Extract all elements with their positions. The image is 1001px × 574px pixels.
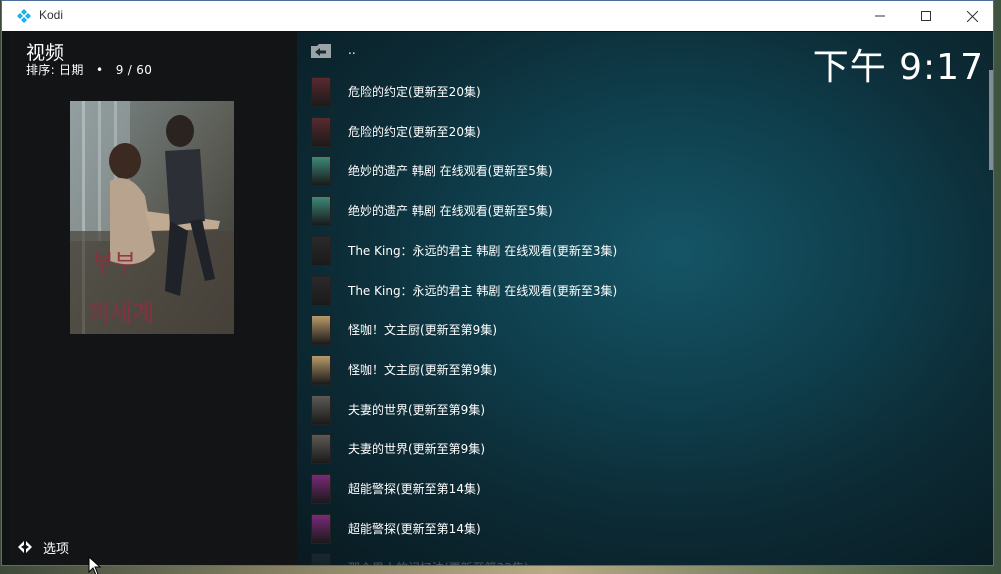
- thumbnail-image: [311, 513, 331, 544]
- thumbnail-image: [311, 434, 331, 465]
- list-item[interactable]: 超能警探(更新至第14集): [297, 509, 897, 549]
- thumbnail-image: [311, 196, 331, 227]
- maximize-icon: [921, 11, 931, 21]
- list-item[interactable]: 绝妙的遗产 韩剧 在线观看(更新至5集): [297, 191, 897, 231]
- list-item-label: 超能警探(更新至第14集): [348, 482, 481, 496]
- list-item[interactable]: 危险的约定(更新至20集): [297, 72, 897, 112]
- minimize-button[interactable]: [857, 1, 903, 31]
- thumbnail-image: [311, 553, 331, 565]
- list-item[interactable]: 夫妻的世界(更新至第9集): [297, 429, 897, 469]
- list-item-label: 夫妻的世界(更新至第9集): [348, 402, 485, 417]
- list-item[interactable]: The King：永远的君主 韩剧 在线观看(更新至3集): [297, 271, 897, 311]
- list-item-label: 超能警探(更新至第14集): [348, 521, 481, 536]
- svg-text:부부: 부부: [92, 249, 136, 277]
- list-item-label: The King：永远的君主 韩剧 在线观看(更新至3集): [348, 283, 618, 298]
- thumbnail-image: [311, 235, 331, 266]
- parent-folder-label: ..: [348, 43, 356, 57]
- kodi-content: 视频 排序: 日期 • 9 / 60 부부 의세계 选项 .. 危险的约定(更新…: [9, 32, 993, 565]
- list-item[interactable]: 夫妻的世界(更新至第9集): [297, 390, 897, 430]
- sort-label: 排序: 日期: [26, 63, 84, 77]
- thumbnail-image: [311, 275, 331, 306]
- scrollbar[interactable]: [989, 70, 993, 170]
- thumbnail-image: [311, 315, 331, 346]
- list-item-label: 那个男人的记忆法(更新至第32集): [348, 559, 529, 565]
- clock: 下午 9:17: [812, 47, 984, 88]
- close-button[interactable]: [949, 1, 993, 31]
- list-item[interactable]: The King：永远的君主 韩剧 在线观看(更新至3集): [297, 231, 897, 271]
- svg-text:의세계: 의세계: [88, 299, 154, 327]
- file-list-panel: .. 危险的约定(更新至20集) 危险的约定(更新至20集) 绝妙的遗产 韩剧 在线…: [297, 32, 993, 565]
- kodi-logo-icon: [17, 9, 31, 23]
- title-bar[interactable]: Kodi: [2, 1, 993, 31]
- kodi-window: Kodi 视频 排序: 日期 • 9 / 60 부부 의세계 选项 .. 危险的…: [1, 0, 994, 566]
- list-item[interactable]: 怪咖！文主厨(更新至第9集): [297, 350, 897, 390]
- close-icon: [966, 10, 978, 22]
- parent-folder-item[interactable]: ..: [297, 32, 897, 72]
- list-item[interactable]: 那个男人的记忆法(更新至第32集): [297, 548, 897, 565]
- maximize-button[interactable]: [903, 1, 949, 31]
- thumbnail-image: [311, 394, 331, 425]
- list-item-label: 怪咖！文主厨(更新至第9集): [348, 362, 497, 377]
- list-item-label: 怪咖！文主厨(更新至第9集): [348, 323, 497, 338]
- list-item-label: 绝妙的遗产 韩剧 在线观看(更新至5集): [348, 204, 553, 219]
- thumbnail-image: [311, 474, 331, 504]
- item-position: 9 / 60: [115, 63, 153, 77]
- info-sidebar: 视频 排序: 日期 • 9 / 60 부부 의세계 选项: [9, 32, 297, 565]
- thumbnail-image: [311, 354, 331, 385]
- minimize-icon: [875, 15, 885, 17]
- options-button[interactable]: 选项: [17, 537, 69, 557]
- options-arrows-icon: [18, 541, 32, 553]
- list-item-label: 绝妙的遗产 韩剧 在线观看(更新至5集): [348, 164, 553, 179]
- sort-info: 排序: 日期 • 9 / 60: [26, 61, 152, 78]
- list-item-label: 危险的约定(更新至20集): [348, 85, 481, 99]
- thumbnail-image: [311, 77, 331, 107]
- list-item[interactable]: 超能警探(更新至第14集): [297, 469, 897, 509]
- separator-bullet: •: [96, 63, 104, 77]
- parent-folder-icon: [311, 44, 331, 58]
- mouse-cursor-icon: [88, 556, 102, 574]
- thumbnail-image: [311, 156, 331, 187]
- list-item[interactable]: 绝妙的遗产 韩剧 在线观看(更新至5集): [297, 151, 897, 191]
- list-item[interactable]: 怪咖！文主厨(更新至第9集): [297, 310, 897, 350]
- list-item-label: 危险的约定(更新至20集): [348, 124, 481, 139]
- options-label: 选项: [43, 541, 70, 557]
- list-item-label: The King：永远的君主 韩剧 在线观看(更新至3集): [348, 243, 618, 258]
- list-item[interactable]: 危险的约定(更新至20集): [297, 112, 897, 152]
- list-item-label: 夫妻的世界(更新至第9集): [348, 442, 485, 457]
- thumbnail-image: [311, 116, 331, 147]
- poster-image: 부부 의세계: [70, 101, 234, 334]
- window-title: Kodi: [39, 8, 64, 22]
